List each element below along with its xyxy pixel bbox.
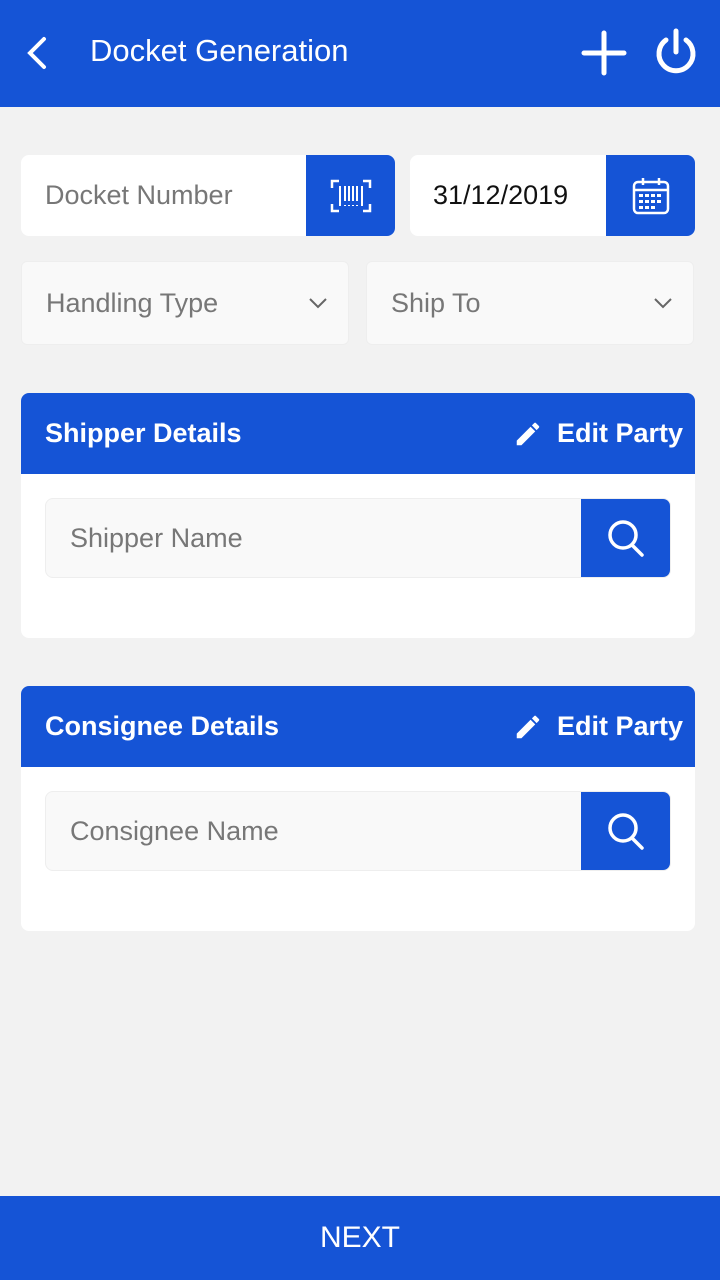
handling-type-label: Handling Type [46,287,219,318]
pencil-icon [516,422,540,445]
app-header: Docket Generation [0,0,720,107]
edit-party-label: Edit Party [556,711,683,741]
shipper-name-field[interactable]: Shipper Name [45,498,671,578]
consignee-details-title: Consignee Details [45,711,280,741]
shipper-details-card: Shipper Details Edit Party Shipper Name [21,393,695,638]
chevron-down-icon [309,298,327,309]
calendar-button[interactable] [606,155,695,236]
consignee-name-input[interactable]: Consignee Name [46,792,581,870]
back-icon[interactable] [24,36,50,70]
consignee-name-field[interactable]: Consignee Name [45,791,671,871]
power-icon[interactable] [652,28,700,78]
edit-party-label: Edit Party [556,418,683,448]
consignee-search-button[interactable] [581,792,670,870]
date-value[interactable]: 31/12/2019 [410,155,606,236]
shipper-details-title: Shipper Details [45,418,242,448]
chevron-down-icon [654,298,672,309]
next-button[interactable]: NEXT [0,1196,720,1280]
search-icon [607,813,644,850]
docket-number-input[interactable]: Docket Number [21,155,306,236]
barcode-icon [330,179,371,212]
handling-type-dropdown[interactable]: Handling Type [21,261,349,345]
shipper-name-input[interactable]: Shipper Name [46,499,581,577]
ship-to-dropdown[interactable]: Ship To [366,261,694,345]
date-field[interactable]: 31/12/2019 [410,155,695,236]
plus-icon[interactable] [580,29,628,77]
docket-number-field[interactable]: Docket Number [21,155,395,236]
consignee-edit-party-button[interactable]: Edit Party [513,711,683,742]
consignee-details-card: Consignee Details Edit Party Consignee N… [21,686,695,931]
ship-to-label: Ship To [391,287,481,318]
calendar-icon [632,177,669,214]
page-title: Docket Generation [90,33,349,68]
shipper-edit-party-button[interactable]: Edit Party [513,418,683,449]
pencil-icon [516,715,540,738]
search-icon [607,520,644,557]
shipper-search-button[interactable] [581,499,670,577]
scan-barcode-button[interactable] [306,155,395,236]
